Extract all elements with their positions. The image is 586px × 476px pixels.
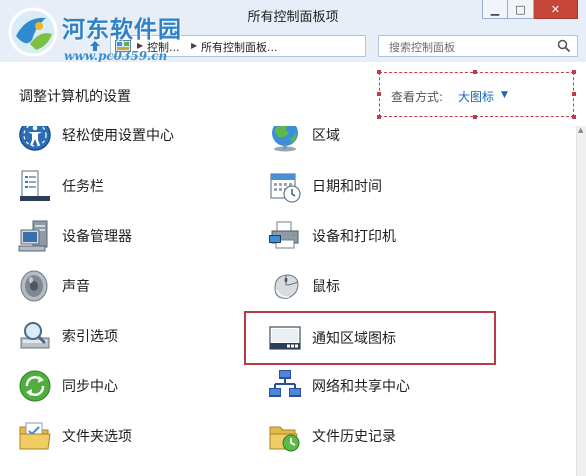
item-device-manager[interactable]: 设备管理器 [17,216,132,256]
item-label: 索引选项 [62,329,118,345]
item-network-sharing-center[interactable]: 网络和共享中心 [267,366,410,406]
network-sharing-icon [269,370,301,397]
chevron-down-icon[interactable]: ▼ [501,90,508,100]
selection-handle [473,70,477,74]
selection-handle [572,92,576,96]
search-input[interactable]: 搜索控制面板 [389,39,455,55]
page-title: 调整计算机的设置 [19,89,131,105]
maximize-button[interactable]: □ [508,0,534,19]
selection-handle [377,92,381,96]
view-by-label: 查看方式: [391,90,444,104]
minimize-button[interactable]: ▁ [482,0,508,19]
region-globe-icon [272,126,298,152]
selection-handle [572,115,576,119]
view-by-selector[interactable]: 查看方式: 大图标 ▼ [377,70,576,119]
close-icon: ✕ [550,2,561,16]
taskbar-icon [20,170,50,201]
item-label: 设备管理器 [62,229,132,245]
item-label: 文件夹选项 [62,429,132,445]
watermark-name: 河东软件园 [62,17,182,43]
search-icon[interactable] [557,39,571,53]
vertical-scrollbar[interactable]: ▲ [576,126,586,476]
item-notification-area-icons[interactable]: 通知区域图标 [244,311,496,365]
devices-printers-icon [269,221,299,249]
item-label: 通知区域图标 [312,331,396,347]
file-history-icon [269,426,300,452]
item-mouse[interactable]: 鼠标 [267,266,340,306]
item-label: 声音 [62,279,90,295]
device-manager-icon [18,220,48,252]
selection-handle [473,115,477,119]
speaker-icon [20,270,48,302]
watermark-url: www.pc0359.cn [64,49,168,63]
item-label: 同步中心 [62,379,118,395]
item-taskbar[interactable]: 任务栏 [17,166,104,206]
item-label: 轻松使用设置中心 [62,128,174,144]
selection-handle [377,115,381,119]
item-label: 区域 [312,128,340,144]
item-label: 设备和打印机 [312,229,396,245]
item-date-time[interactable]: 日期和时间 [267,166,382,206]
item-folder-options[interactable]: 文件夹选项 [17,416,132,456]
item-label: 网络和共享中心 [312,379,410,395]
mouse-icon [274,274,299,299]
selection-handle [572,70,576,74]
search-box[interactable]: 搜索控制面板 [378,35,578,57]
window-controls: ▁ □ ✕ [482,0,578,19]
watermark-logo-icon [8,7,58,57]
item-ease-of-access[interactable]: 轻松使用设置中心 [17,126,174,155]
breadcrumb-separator-icon[interactable]: ▶ [191,41,197,50]
notification-area-icon [269,326,301,350]
item-label: 日期和时间 [312,179,382,195]
content-header: 调整计算机的设置 查看方式: 大图标 ▼ [0,62,586,126]
item-indexing-options[interactable]: 索引选项 [17,316,118,356]
item-label: 任务栏 [62,179,104,195]
selection-handle [377,70,381,74]
item-label: 鼠标 [312,279,340,295]
date-time-icon [270,173,301,203]
breadcrumb-all-items[interactable]: 所有控制面板... [201,39,278,55]
ease-of-access-icon [19,126,51,151]
maximize-icon: □ [515,2,526,16]
sync-center-icon [19,370,51,402]
item-region[interactable]: 区域 [267,126,340,155]
item-sync-center[interactable]: 同步中心 [17,366,118,406]
folder-options-icon [19,422,51,450]
item-devices-printers[interactable]: 设备和打印机 [267,216,396,256]
item-sound[interactable]: 声音 [17,266,90,306]
item-label: 文件历史记录 [312,429,396,445]
view-by-value-link[interactable]: 大图标 [458,88,494,105]
indexing-icon [20,322,50,349]
item-file-history[interactable]: 文件历史记录 [267,416,396,456]
close-button[interactable]: ✕ [534,0,578,19]
minimize-icon: ▁ [490,2,500,16]
scroll-up-icon[interactable]: ▲ [578,126,583,134]
control-panel-items: 轻松使用设置中心 区域 任务栏 日期和时间 设备管理器 设备和打印机 声音 鼠标… [0,126,576,476]
